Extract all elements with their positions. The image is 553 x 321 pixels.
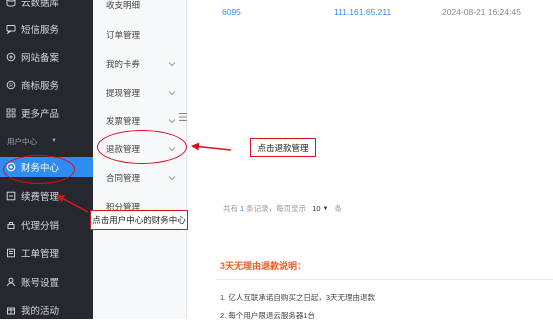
refund-policy-title: 3天无理由退款说明： (220, 261, 307, 271)
agent-icon (6, 220, 16, 230)
finance-hint-callout: 点击用户中心的财务中心 (90, 210, 188, 230)
sidebar-item-renew[interactable]: 续费管理 (0, 186, 93, 206)
user-center-group[interactable]: 用户中心 ▼ (0, 132, 93, 150)
caret-down-icon: ▼ (322, 205, 329, 212)
page-size-select[interactable]: 10 ▼ (312, 204, 328, 213)
main-content: 6095 111.161.65.211 2024-08-21 16:24:45 … (187, 0, 553, 320)
finance-highlight-ellipse (3, 155, 75, 184)
submenu-item-label: 订单管理 (106, 30, 141, 40)
submenu-item-label: 发票管理 (106, 116, 141, 126)
sidebar-item-database[interactable]: 云数据库 (0, 0, 93, 12)
submenu-item-contract[interactable]: 合同管理 (93, 169, 186, 187)
svg-text:R: R (9, 83, 13, 89)
login-time: 2024-08-21 16:24:45 (442, 7, 521, 17)
divider (217, 279, 553, 280)
sidebar-item-label: 续费管理 (21, 192, 60, 203)
sidebar-item-account[interactable]: 账号设置 (0, 272, 93, 292)
user-center-label: 用户中心 (7, 136, 37, 146)
pager-prefix: 共有 (223, 204, 238, 213)
user-icon (6, 277, 16, 287)
chevron-down-icon (168, 62, 176, 67)
submenu-item-invoice[interactable]: 发票管理 (93, 112, 186, 130)
submenu-item-income-expense[interactable]: 收支明细 (93, 0, 186, 14)
refund-policy-line: 1. 亿人互联承诺自购买之日起，3天无理由退款 (220, 293, 376, 302)
pager-suffix: 条 (334, 204, 342, 213)
submenu-item-coupons[interactable]: 我的卡券 (93, 55, 186, 73)
caret-down-icon: ▼ (51, 138, 57, 144)
sidebar-item-label: 网站备案 (21, 53, 60, 64)
sidebar-item-label: 云数据库 (21, 0, 60, 9)
sidebar-item-label: 工单管理 (21, 249, 60, 260)
refund-hint-callout: 点击退款管理 (250, 138, 316, 157)
ticket-icon (6, 248, 16, 258)
submenu-item-label: 收支明细 (106, 0, 141, 10)
sidebar-item-record[interactable]: 网站备案 (0, 47, 93, 67)
database-icon (6, 0, 16, 7)
message-icon (6, 24, 16, 34)
sidebar-item-more-products[interactable]: 更多产品 (0, 103, 93, 123)
submenu-item-label: 我的卡券 (106, 59, 141, 69)
submenu-item-label: 提现管理 (106, 88, 141, 98)
record-count: 1 (240, 204, 245, 213)
renew-icon (6, 191, 16, 201)
sidebar-item-sms[interactable]: 短信服务 (0, 19, 93, 39)
chevron-down-icon (168, 176, 176, 181)
record-icon (6, 52, 16, 62)
sidebar-item-label: 账号设置 (21, 278, 60, 289)
sidebar-item-label: 短信服务 (21, 25, 60, 36)
sidebar-item-label: 商标服务 (21, 81, 60, 92)
sidebar-item-label: 我的活动 (21, 306, 60, 317)
sidebar-item-activity[interactable]: 我的活动 (0, 300, 93, 320)
pager-middle: 条记录，每页显示 (246, 204, 307, 213)
sidebar-item-trademark[interactable]: R 商标服务 (0, 75, 93, 95)
chevron-down-icon (168, 119, 176, 124)
grid-icon (6, 108, 16, 118)
page-size-value: 10 (312, 204, 321, 213)
submenu-item-orders[interactable]: 订单管理 (93, 26, 186, 44)
trademark-icon: R (6, 80, 16, 90)
activity-icon (6, 305, 16, 315)
chevron-down-icon (168, 91, 176, 96)
sidebar-item-label: 更多产品 (21, 109, 60, 120)
sidebar-item-label: 代理分销 (21, 221, 60, 232)
sidebar-item-tickets[interactable]: 工单管理 (0, 243, 93, 263)
submenu-item-withdraw[interactable]: 提现管理 (93, 84, 186, 102)
sidebar-item-agent[interactable]: 代理分销 (0, 215, 93, 235)
login-ip: 111.161.65.211 (334, 7, 392, 17)
refund-policy-line: 2. 每个用户限退云服务器1台 (220, 311, 316, 320)
pagination: 共有 1 条记录，每页显示 10 ▼ 条 (223, 203, 342, 214)
submenu-item-label: 合同管理 (106, 173, 141, 183)
record-id-link[interactable]: 6095 (222, 7, 241, 17)
refund-highlight-ellipse (97, 130, 187, 164)
